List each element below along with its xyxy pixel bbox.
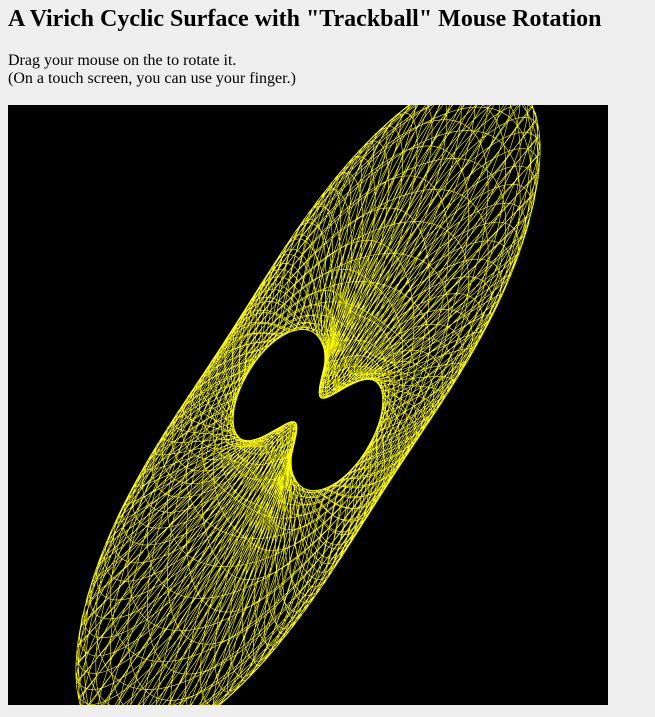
instructions: Drag your mouse on the to rotate it. (On… <box>8 52 296 88</box>
surface-wire-mesh <box>75 105 541 705</box>
surface-wire-lines <box>75 105 541 705</box>
instruction-line-touch: (On a touch screen, you can use your fin… <box>8 70 296 87</box>
trackball-canvas[interactable] <box>8 105 608 705</box>
virich-cyclic-surface-wireframe[interactable] <box>8 105 608 705</box>
instruction-line-drag: Drag your mouse on the to rotate it. <box>8 52 237 69</box>
page-title: A Virich Cyclic Surface with "Trackball"… <box>8 6 602 32</box>
